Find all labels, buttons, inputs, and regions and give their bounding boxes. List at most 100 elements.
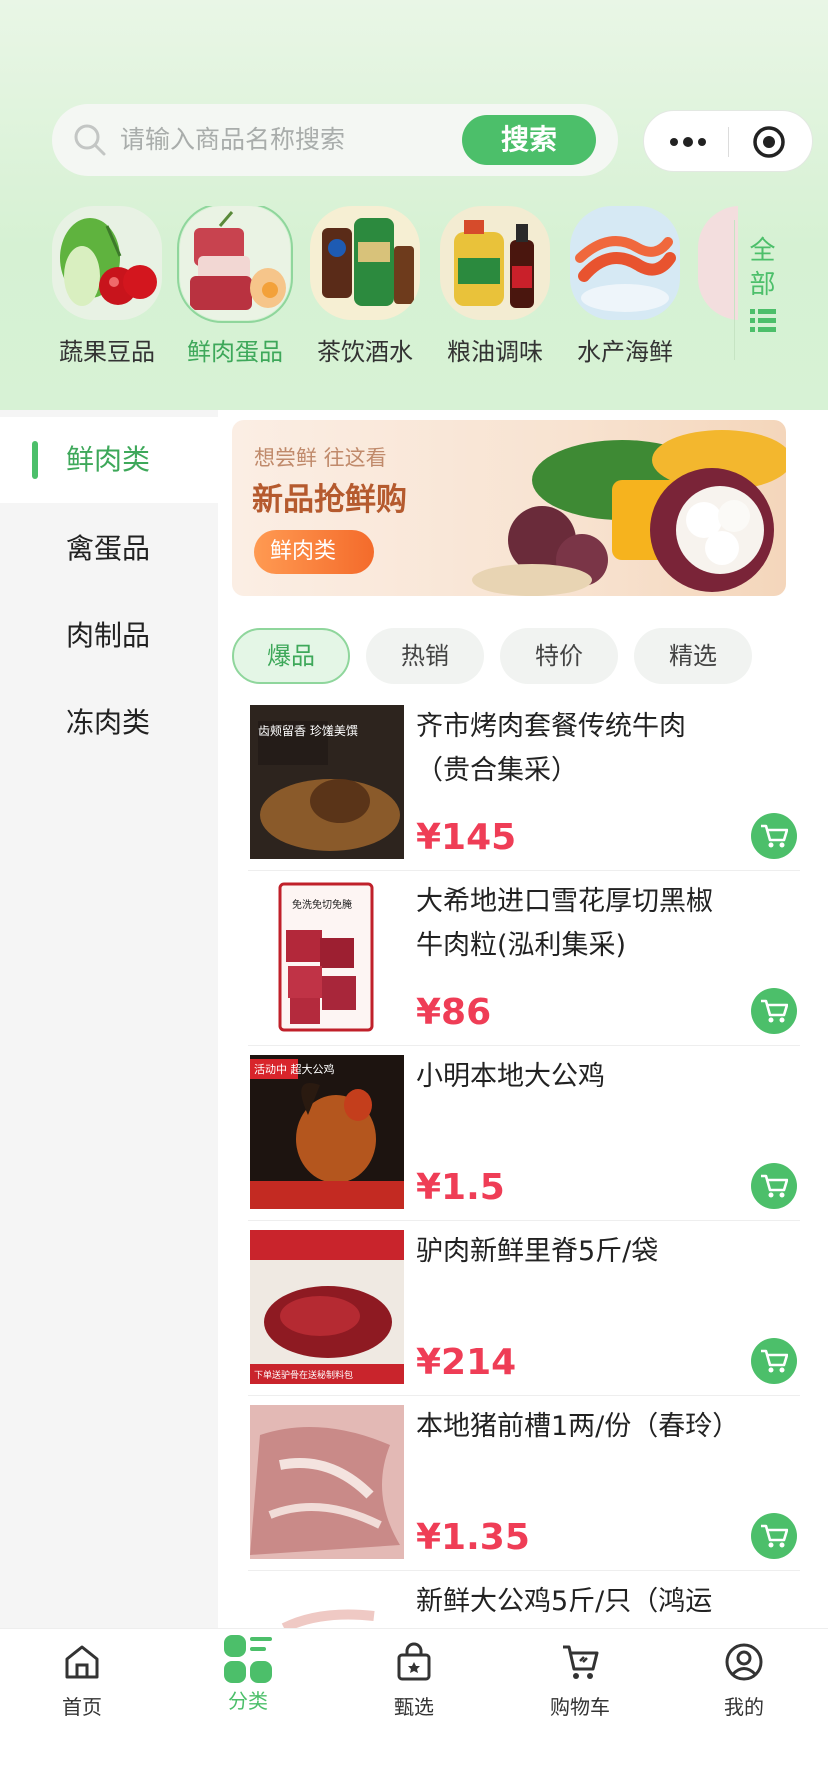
product-item[interactable]: 免洗免切免腌 大希地进口雪花厚切黑椒牛肉粒(泓利集采) ¥86 bbox=[248, 880, 800, 1040]
list-icon bbox=[749, 309, 776, 332]
product-image[interactable]: 齿颊留香 珍馐美馔 bbox=[250, 705, 404, 859]
product-item[interactable]: 下单送驴骨在送秘制料包 驴肉新鲜里脊5斤/袋 ¥214 bbox=[248, 1230, 800, 1390]
search-input[interactable]: 请输入商品名称搜索 bbox=[120, 104, 345, 176]
close-target-icon[interactable] bbox=[752, 125, 786, 159]
product-image-caption: 下单送驴骨在送秘制料包 bbox=[254, 1369, 353, 1381]
category-item-grain-oil[interactable]: 粮油调味 bbox=[438, 206, 552, 367]
search-icon bbox=[74, 124, 106, 156]
product-price: ¥214 bbox=[416, 1342, 517, 1383]
tab-selected[interactable]: 精选 bbox=[634, 628, 752, 684]
sidebar-item-label: 鲜肉类 bbox=[66, 443, 151, 476]
add-to-cart-button[interactable] bbox=[751, 1513, 797, 1559]
divider bbox=[248, 1570, 800, 1571]
tab-label: 分类 bbox=[228, 1689, 268, 1713]
cart-icon bbox=[761, 1349, 788, 1373]
category-label: 茶饮酒水 bbox=[317, 338, 413, 366]
product-price: ¥1.35 bbox=[416, 1517, 530, 1558]
partial-category-image bbox=[698, 206, 738, 320]
meat-eggs-image bbox=[177, 206, 293, 323]
product-name[interactable]: 驴肉新鲜里脊5斤/袋 bbox=[416, 1230, 736, 1274]
home-icon bbox=[65, 1645, 99, 1679]
sidebar-item-poultry-eggs[interactable]: 禽蛋品 bbox=[0, 506, 218, 592]
mini-program-capsule bbox=[643, 110, 813, 172]
product-name[interactable]: 大希地进口雪花厚切黑椒牛肉粒(泓利集采) bbox=[416, 880, 736, 968]
category-row: 蔬果豆品 鲜肉蛋品 茶饮酒水 粮油调味 水产海鲜 bbox=[0, 206, 828, 376]
sidebar-item-meat-products[interactable]: 肉制品 bbox=[0, 593, 218, 679]
product-name[interactable]: 齐市烤肉套餐传统牛肉（贵合集采） bbox=[416, 705, 736, 793]
all-categories-button[interactable]: 全部 bbox=[734, 220, 790, 360]
header: 请输入商品名称搜索 搜索 蔬果豆品 鲜肉蛋品 茶饮酒水 粮油调味 水产海鲜 全 … bbox=[0, 0, 828, 410]
sidebar-item-frozen-meat[interactable]: 冻肉类 bbox=[0, 680, 218, 766]
sidebar: 鲜肉类 禽蛋品 肉制品 冻肉类 bbox=[0, 410, 218, 1628]
banner-tag[interactable]: 鲜肉类 bbox=[254, 530, 374, 574]
tab-select[interactable]: 甄选 bbox=[364, 1641, 464, 1720]
product-item[interactable]: 新鲜大公鸡5斤/只（鸿运 bbox=[248, 1580, 800, 1628]
cart-icon bbox=[563, 1645, 599, 1679]
divider bbox=[248, 1220, 800, 1221]
product-image[interactable]: 免洗免切免腌 bbox=[250, 880, 404, 1034]
add-to-cart-button[interactable] bbox=[751, 813, 797, 859]
sidebar-item-label: 冻肉类 bbox=[66, 706, 151, 739]
product-item[interactable]: 齿颊留香 珍馐美馔 齐市烤肉套餐传统牛肉（贵合集采） ¥145 bbox=[248, 705, 800, 865]
vegetables-image bbox=[52, 206, 162, 320]
product-name[interactable]: 小明本地大公鸡 bbox=[416, 1055, 736, 1099]
banner-subtitle: 想尝鲜 往这看 bbox=[254, 446, 387, 470]
sidebar-item-label: 禽蛋品 bbox=[66, 532, 151, 565]
divider bbox=[248, 1045, 800, 1046]
tab-profile[interactable]: 我的 bbox=[694, 1641, 794, 1720]
product-image[interactable] bbox=[250, 1580, 404, 1628]
tab-label: 购物车 bbox=[550, 1695, 610, 1719]
filter-tabs: 爆品 热销 特价 精选 bbox=[232, 628, 792, 686]
capsule-divider bbox=[728, 127, 729, 157]
tab-special-price[interactable]: 特价 bbox=[500, 628, 618, 684]
tab-category[interactable]: 分类 bbox=[198, 1635, 298, 1714]
product-name[interactable]: 新鲜大公鸡5斤/只（鸿运 bbox=[416, 1580, 756, 1624]
divider bbox=[248, 870, 800, 871]
select-bag-icon bbox=[397, 1642, 431, 1681]
search-bar[interactable]: 请输入商品名称搜索 搜索 bbox=[52, 104, 618, 176]
drinks-image bbox=[310, 206, 420, 320]
category-icon bbox=[224, 1635, 272, 1683]
product-image[interactable] bbox=[250, 1405, 404, 1559]
tab-home[interactable]: 首页 bbox=[32, 1641, 132, 1720]
search-button[interactable]: 搜索 bbox=[462, 115, 596, 165]
tab-label: 甄选 bbox=[394, 1695, 434, 1719]
tab-label: 首页 bbox=[62, 1695, 102, 1719]
category-item-partial[interactable] bbox=[698, 206, 738, 320]
product-image-caption: 齿颊留香 珍馐美馔 bbox=[258, 724, 358, 738]
all-label: 全部 bbox=[749, 236, 776, 300]
product-item[interactable]: 活动中 超大公鸡 小明本地大公鸡 ¥1.5 bbox=[248, 1055, 800, 1215]
product-image[interactable]: 下单送驴骨在送秘制料包 bbox=[250, 1230, 404, 1384]
tab-best-selling[interactable]: 热销 bbox=[366, 628, 484, 684]
category-item-meat-eggs[interactable]: 鲜肉蛋品 bbox=[177, 206, 293, 367]
fruit-illustration bbox=[472, 430, 786, 596]
category-label: 粮油调味 bbox=[447, 338, 543, 366]
product-image[interactable]: 活动中 超大公鸡 bbox=[250, 1055, 404, 1209]
seafood-image bbox=[570, 206, 680, 320]
tab-label: 我的 bbox=[724, 1695, 764, 1719]
category-label: 鲜肉蛋品 bbox=[187, 338, 283, 366]
product-image-caption: 免洗免切免腌 bbox=[292, 898, 352, 911]
bottom-tab-bar: 首页 分类 甄选 购物车 我的 bbox=[0, 1628, 828, 1792]
add-to-cart-button[interactable] bbox=[751, 1338, 797, 1384]
category-item-drinks[interactable]: 茶饮酒水 bbox=[308, 206, 422, 367]
active-indicator bbox=[32, 441, 38, 479]
add-to-cart-button[interactable] bbox=[751, 1163, 797, 1209]
more-icon[interactable] bbox=[668, 133, 708, 151]
category-item-seafood[interactable]: 水产海鲜 bbox=[568, 206, 682, 367]
sidebar-item-fresh-meat[interactable]: 鲜肉类 bbox=[0, 417, 218, 503]
add-to-cart-button[interactable] bbox=[751, 988, 797, 1034]
promo-banner[interactable]: 想尝鲜 往这看 新品抢鲜购 鲜肉类 bbox=[232, 420, 786, 596]
category-item-vegetables[interactable]: 蔬果豆品 bbox=[50, 206, 164, 367]
product-item[interactable]: 本地猪前槽1两/份（春玲） ¥1.35 bbox=[248, 1405, 800, 1565]
product-price: ¥145 bbox=[416, 817, 517, 858]
product-image-caption: 活动中 超大公鸡 bbox=[254, 1062, 335, 1076]
tab-cart[interactable]: 购物车 bbox=[530, 1641, 630, 1720]
sidebar-item-label: 肉制品 bbox=[66, 619, 151, 652]
tab-hot-items[interactable]: 爆品 bbox=[232, 628, 350, 684]
user-icon bbox=[725, 1643, 763, 1681]
cart-icon bbox=[761, 999, 788, 1023]
cart-icon bbox=[761, 1524, 788, 1548]
cart-icon bbox=[761, 824, 788, 848]
product-name[interactable]: 本地猪前槽1两/份（春玲） bbox=[416, 1405, 739, 1449]
